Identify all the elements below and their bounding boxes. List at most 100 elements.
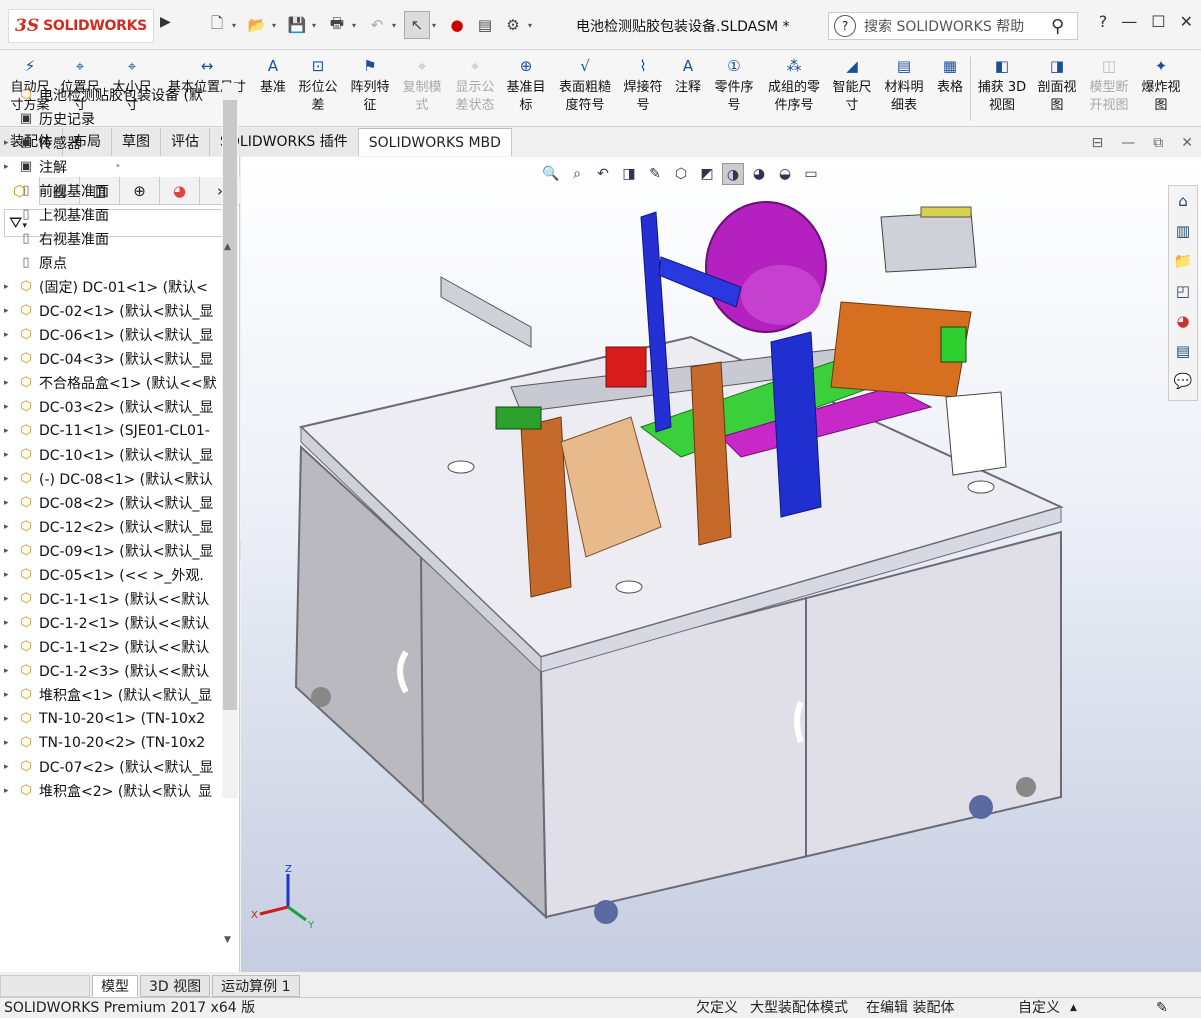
close-icon[interactable]: ✕	[1180, 12, 1193, 31]
command-button[interactable]: ◨ 剖面视 图	[1034, 55, 1080, 115]
expand-arrow-icon[interactable]: ▸	[4, 498, 16, 508]
command-button[interactable]: ① 零件序 号	[710, 55, 758, 115]
tree-item[interactable]: ▸ ⬡ DC-08<2> (默认<默认_显	[0, 491, 222, 515]
previous-view-icon[interactable]: ↶	[592, 163, 614, 185]
menu-expand-icon[interactable]: ▶	[160, 14, 172, 36]
command-button[interactable]: A 基准	[256, 55, 290, 97]
tree-item[interactable]: ⬡ 电池检测贴胶包装设备 (默	[0, 83, 222, 107]
zoom-to-area-icon[interactable]: ⌕	[566, 163, 588, 185]
zoom-to-fit-icon[interactable]: 🔍	[540, 163, 562, 185]
expand-arrow-icon[interactable]: ▸	[4, 402, 16, 412]
hide-show-items-icon[interactable]: ◑	[722, 163, 744, 185]
command-button[interactable]: √ 表面粗糙 度符号	[554, 55, 616, 115]
expand-arrow-icon[interactable]: ▸	[4, 354, 16, 364]
traffic-light-icon[interactable]: ●	[444, 11, 470, 39]
rebuild-status-icon[interactable]: ✎	[1156, 998, 1168, 1018]
chevron-down-icon[interactable]: ▾	[272, 21, 282, 30]
appearances-icon[interactable]: ◕	[1169, 306, 1197, 336]
apply-scene-icon[interactable]: ◒	[774, 163, 796, 185]
bottom-tab[interactable]: 运动算例 1	[212, 975, 300, 997]
custom-properties-icon[interactable]: ▤	[1169, 336, 1197, 366]
tree-item[interactable]: ▣ 历史记录	[0, 107, 222, 131]
chevron-down-icon[interactable]: ▾	[352, 21, 362, 30]
graphics-area[interactable]	[241, 157, 1201, 972]
command-tab[interactable]: SOLIDWORKS MBD	[358, 128, 512, 156]
tree-item[interactable]: ▸ ⬡ DC-10<1> (默认<默认_显	[0, 443, 222, 467]
expand-arrow-icon[interactable]: ▸	[4, 546, 16, 556]
tree-item[interactable]: ▸ ⬡ DC-1-1<2> (默认<<默认	[0, 635, 222, 659]
tree-item[interactable]: ▸ ⬡ TN-10-20<2> (TN-10x2	[0, 731, 222, 755]
tree-item[interactable]: ▸ ▣ 传感器	[0, 131, 222, 155]
new-doc-icon[interactable]: 🗋	[204, 11, 230, 39]
tab-scroll-buttons[interactable]	[0, 975, 90, 997]
tree-item[interactable]: ▸ ⬡ DC-1-2<1> (默认<<默认	[0, 611, 222, 635]
solidworks-logo[interactable]: 3S SOLIDWORKS	[8, 9, 154, 43]
expand-arrow-icon[interactable]: ▸	[4, 474, 16, 484]
minimize-icon[interactable]: —	[1121, 12, 1137, 31]
view-settings-icon[interactable]: ▭	[800, 163, 822, 185]
command-button[interactable]: ▦ 表格	[932, 55, 968, 97]
chevron-down-icon[interactable]: ▾	[528, 21, 538, 30]
command-button[interactable]: ▤ 材料明 细表	[880, 55, 928, 115]
chevron-up-icon[interactable]: ▲	[1070, 998, 1077, 1018]
tree-item[interactable]: ▸ ⬡ DC-02<1> (默认<默认_显	[0, 299, 222, 323]
command-button[interactable]: A 注释	[670, 55, 706, 97]
tree-item[interactable]: ▸ ⬡ DC-1-1<1> (默认<<默认	[0, 587, 222, 611]
design-library-icon[interactable]: ▥	[1169, 216, 1197, 246]
tree-item[interactable]: ▸ ⬡ DC-07<2> (默认<默认_显	[0, 755, 222, 779]
home-icon[interactable]: ⌂	[1169, 186, 1197, 216]
tree-item[interactable]: ▸ ⬡ TN-10-20<1> (TN-10x2	[0, 707, 222, 731]
command-button[interactable]: ⁂ 成组的零 件序号	[762, 55, 826, 115]
tree-item[interactable]: ▸ ⬡ DC-03<2> (默认<默认_显	[0, 395, 222, 419]
expand-arrow-icon[interactable]: ▸	[4, 642, 16, 652]
viewport-restore-icon[interactable]: ⊟	[1092, 135, 1104, 151]
expand-arrow-icon[interactable]: ▸	[4, 738, 16, 748]
file-explorer-icon[interactable]: 📁	[1169, 246, 1197, 276]
expand-arrow-icon[interactable]: ▸	[4, 330, 16, 340]
edit-appearance-icon[interactable]: ◕	[748, 163, 770, 185]
command-button[interactable]: ◫ 模型断 开视图	[1084, 55, 1134, 115]
expand-arrow-icon[interactable]: ▸	[4, 570, 16, 580]
scroll-down-icon[interactable]: ▼	[224, 935, 231, 945]
display-style-icon[interactable]: ◩	[696, 163, 718, 185]
view-orientation-icon[interactable]: ⬡	[670, 163, 692, 185]
tree-item[interactable]: ▸ ⬡ (-) DC-08<1> (默认<默认	[0, 467, 222, 491]
viewport-minimize-icon[interactable]: —	[1121, 135, 1135, 151]
command-button[interactable]: ✦ 爆炸视 图	[1138, 55, 1184, 115]
tree-item[interactable]: ▸ ⬡ DC-1-2<3> (默认<<默认	[0, 659, 222, 683]
tree-item[interactable]: ▯ 上视基准面	[0, 203, 222, 227]
tree-scrollbar-thumb[interactable]	[223, 100, 237, 710]
maximize-icon[interactable]: ☐	[1151, 12, 1165, 31]
tree-item[interactable]: ▯ 原点	[0, 251, 222, 275]
tree-item[interactable]: ▸ ⬡ DC-11<1> (SJE01-CL01-	[0, 419, 222, 443]
tree-item[interactable]: ▸ ⬡ DC-06<1> (默认<默认_显	[0, 323, 222, 347]
search-icon[interactable]: ⚲	[1051, 16, 1077, 37]
tree-item[interactable]: ▸ ▣ 注解	[0, 155, 222, 179]
command-button[interactable]: ⌖ 复制模 式	[398, 55, 446, 115]
tree-item[interactable]: ▸ ⬡ DC-05<1> (<< >_外观.	[0, 563, 222, 587]
expand-arrow-icon[interactable]: ▸	[4, 162, 16, 172]
command-button[interactable]: ◢ 智能尺 寸	[828, 55, 876, 115]
expand-arrow-icon[interactable]: ▸	[4, 690, 16, 700]
chevron-down-icon[interactable]: ▾	[232, 21, 242, 30]
expand-arrow-icon[interactable]: ▸	[4, 138, 16, 148]
forum-icon[interactable]: 💬	[1169, 366, 1197, 396]
command-button[interactable]: ⌖ 显示公 差状态	[450, 55, 500, 115]
dynamic-annotation-icon[interactable]: ✎	[644, 163, 666, 185]
expand-arrow-icon[interactable]: ▸	[4, 666, 16, 676]
tree-item[interactable]: ▸ ⬡ (固定) DC-01<1> (默认<	[0, 275, 222, 299]
open-icon[interactable]: 📂	[244, 11, 270, 39]
scroll-up-icon[interactable]: ▲	[224, 242, 231, 252]
undo-icon[interactable]: ↶	[364, 11, 390, 39]
expand-arrow-icon[interactable]: ▸	[4, 282, 16, 292]
section-view-icon[interactable]: ◨	[618, 163, 640, 185]
viewport-close-icon[interactable]: ✕	[1181, 135, 1193, 151]
tree-item[interactable]: ▸ ⬡ 不合格品盒<1> (默认<<默	[0, 371, 222, 395]
select-arrow-icon[interactable]: ↖	[404, 11, 430, 39]
tree-item[interactable]: ▸ ⬡ DC-12<2> (默认<默认_显	[0, 515, 222, 539]
expand-arrow-icon[interactable]: ▸	[4, 618, 16, 628]
expand-arrow-icon[interactable]: ▸	[4, 522, 16, 532]
file-properties-icon[interactable]: ▤	[472, 11, 498, 39]
expand-arrow-icon[interactable]: ▸	[4, 594, 16, 604]
expand-arrow-icon[interactable]: ▸	[4, 762, 16, 772]
